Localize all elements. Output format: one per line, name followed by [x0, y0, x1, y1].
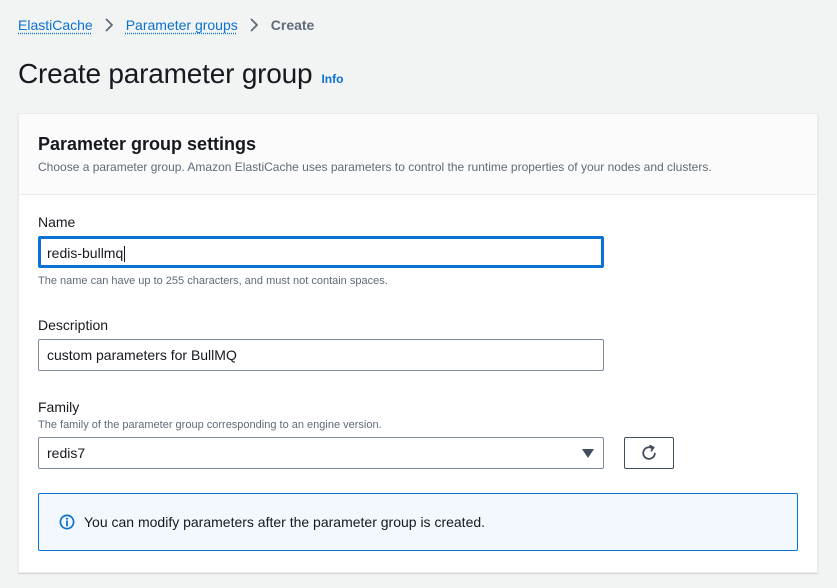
page-header: Create parameter group Info: [18, 58, 343, 90]
refresh-icon: [642, 444, 656, 460]
chevron-right-icon: [105, 18, 114, 32]
description-input[interactable]: custom parameters for BullMQ: [38, 339, 604, 371]
family-hint: The family of the parameter group corres…: [38, 419, 382, 431]
family-select-value: redis7: [47, 445, 86, 461]
section-title: Parameter group settings: [38, 134, 257, 154]
text-cursor: [124, 246, 126, 263]
chevron-right-icon: [250, 18, 259, 32]
breadcrumb-link-parameter-groups[interactable]: Parameter groups: [126, 17, 238, 33]
info-alert: You can modify parameters after the para…: [38, 493, 798, 551]
name-input[interactable]: redis-bullmq: [38, 236, 604, 268]
family-label: Family: [38, 399, 80, 415]
breadcrumb-link-elasticache[interactable]: ElastiCache: [18, 17, 93, 33]
info-circle-icon: [59, 514, 75, 530]
breadcrumb: ElastiCache Parameter groups Create: [18, 16, 314, 34]
section-description: Choose a parameter group. Amazon ElastiC…: [38, 160, 712, 174]
breadcrumb-current: Create: [270, 17, 315, 33]
panel-header: Parameter group settings Choose a parame…: [19, 114, 817, 195]
description-label: Description: [38, 317, 109, 333]
alert-text: You can modify parameters after the para…: [84, 514, 486, 530]
name-input-value: redis-bullmq: [47, 245, 124, 261]
caret-down-icon: [582, 449, 594, 458]
family-select[interactable]: redis7: [38, 437, 604, 469]
parameter-group-settings-panel: Parameter group settings Choose a parame…: [18, 113, 818, 573]
description-input-value: custom parameters for BullMQ: [47, 347, 237, 363]
name-hint: The name can have up to 255 characters, …: [38, 275, 388, 287]
page-title: Create parameter group: [18, 58, 313, 89]
refresh-button[interactable]: [624, 437, 674, 469]
info-link[interactable]: Info: [321, 72, 343, 86]
name-label: Name: [38, 214, 76, 230]
